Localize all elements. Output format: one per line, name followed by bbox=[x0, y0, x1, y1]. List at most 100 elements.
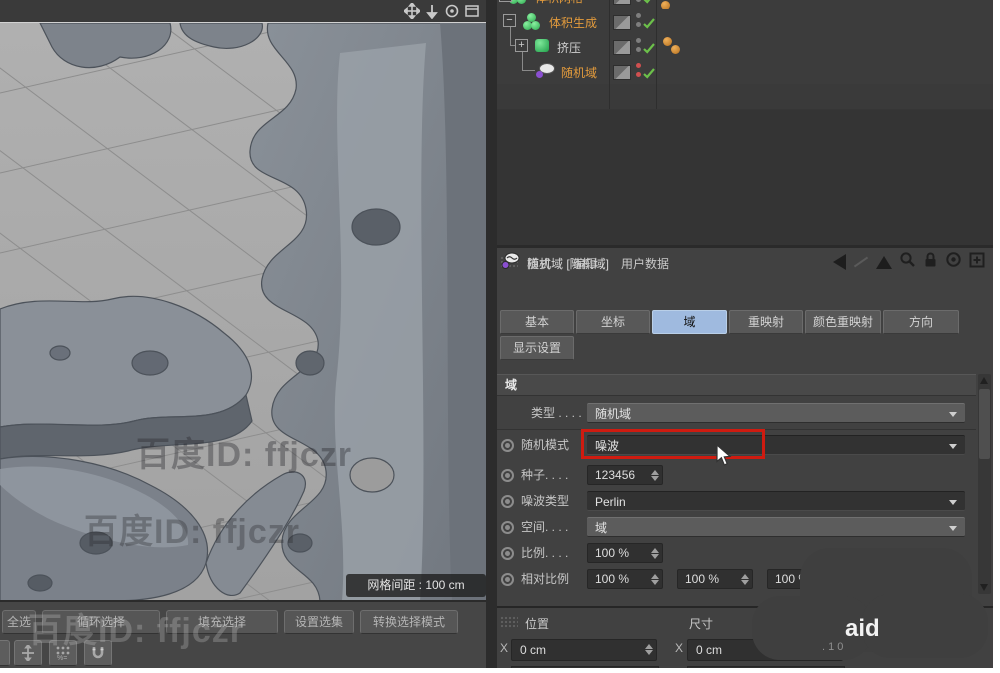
scroll-down-icon[interactable] bbox=[980, 584, 988, 591]
state-dot[interactable] bbox=[636, 47, 641, 52]
palette-button[interactable]: 全选 bbox=[2, 610, 36, 634]
tab-坐标[interactable]: 坐标 bbox=[576, 310, 650, 334]
state-dot[interactable] bbox=[636, 63, 641, 68]
expand-plus-icon[interactable]: + bbox=[515, 39, 528, 52]
keyframe-circle-icon[interactable] bbox=[501, 439, 514, 452]
number-field[interactable]: 100 % bbox=[677, 569, 753, 589]
viewport-nav-icons bbox=[404, 3, 480, 19]
keyframe-circle-icon[interactable] bbox=[501, 495, 514, 508]
state-dot[interactable] bbox=[636, 38, 641, 43]
object-name[interactable]: 挤压 bbox=[557, 39, 581, 56]
menu-edit[interactable]: 编辑 bbox=[573, 255, 597, 272]
keyframe-circle-icon[interactable] bbox=[501, 547, 514, 560]
enabled-check-icon[interactable] bbox=[643, 66, 655, 84]
field-label: 空间. . . . bbox=[521, 514, 568, 540]
stepper-icon[interactable] bbox=[645, 643, 653, 656]
tab-颜色重映射[interactable]: 颜色重映射 bbox=[805, 310, 881, 334]
number-field[interactable]: 123456 bbox=[587, 465, 663, 485]
enabled-check-icon[interactable] bbox=[643, 41, 655, 59]
random-field-icon[interactable] bbox=[536, 62, 556, 80]
dolly-icon[interactable] bbox=[424, 3, 440, 19]
palette-button[interactable]: 循环选择 bbox=[42, 610, 160, 634]
layer-swatch[interactable] bbox=[613, 40, 631, 55]
keyframe-circle-icon[interactable] bbox=[501, 573, 514, 586]
search-icon[interactable] bbox=[899, 251, 916, 273]
number-field[interactable]: 100 % bbox=[587, 569, 663, 589]
magnet-icon[interactable] bbox=[84, 640, 112, 666]
tab-方向[interactable]: 方向 bbox=[883, 310, 959, 334]
icon-button-partial[interactable] bbox=[0, 640, 10, 666]
section-header[interactable]: 域 bbox=[497, 374, 976, 396]
object-name[interactable]: 体积生成 bbox=[549, 14, 597, 31]
add-panel-icon[interactable] bbox=[969, 252, 985, 273]
keyframe-circle-icon[interactable] bbox=[501, 521, 514, 534]
state-dot[interactable] bbox=[636, 72, 641, 77]
dropdown-域[interactable]: 域 bbox=[587, 517, 965, 537]
enabled-check-icon[interactable] bbox=[643, 0, 655, 9]
viewport[interactable]: 百度ID: ffjczr 百度ID: ffjczr bbox=[0, 22, 486, 601]
object-row[interactable]: − 体积生成 bbox=[497, 9, 993, 35]
layer-swatch[interactable] bbox=[613, 0, 631, 5]
position-x-field[interactable]: 0 cm bbox=[511, 639, 657, 661]
state-dot[interactable] bbox=[636, 0, 641, 2]
stepper-icon[interactable] bbox=[651, 547, 659, 560]
chevron-down-icon bbox=[949, 526, 957, 531]
column-divider bbox=[656, 0, 657, 109]
stepper-icon[interactable] bbox=[651, 573, 659, 586]
back-icon[interactable] bbox=[833, 254, 846, 270]
expand-minus-icon[interactable]: − bbox=[499, 0, 512, 2]
keyframe-circle-icon[interactable] bbox=[501, 469, 514, 482]
object-row[interactable]: 随机域 bbox=[497, 59, 993, 85]
target-icon[interactable] bbox=[945, 251, 962, 273]
scroll-up-icon[interactable] bbox=[980, 377, 988, 384]
tag-icon[interactable] bbox=[663, 37, 672, 46]
axis-x-label: X bbox=[500, 641, 508, 655]
object-row[interactable]: + 挤压 bbox=[497, 34, 993, 60]
panel-divider[interactable] bbox=[486, 0, 497, 668]
tab-重映射[interactable]: 重映射 bbox=[729, 310, 803, 334]
size-y-field[interactable] bbox=[687, 666, 845, 668]
stepper-icon[interactable] bbox=[651, 469, 659, 482]
transform-icon[interactable] bbox=[14, 640, 42, 666]
object-name[interactable]: 随机域 bbox=[561, 64, 597, 81]
 bbox=[535, 39, 549, 52]
dropdown-Perlin[interactable]: Perlin bbox=[587, 491, 965, 511]
tree-line bbox=[510, 26, 511, 46]
pan-icon[interactable] bbox=[404, 3, 420, 19]
quantize-icon[interactable]: %= bbox=[49, 640, 77, 666]
object-name[interactable]: 体积网格 bbox=[535, 0, 583, 6]
 bbox=[517, 0, 526, 4]
object-manager-empty-area[interactable] bbox=[497, 110, 993, 245]
layer-swatch[interactable] bbox=[613, 65, 631, 80]
maximize-icon[interactable] bbox=[464, 3, 480, 19]
scrollbar-thumb[interactable] bbox=[979, 389, 990, 459]
panel-grip-icon[interactable] bbox=[500, 616, 518, 628]
palette-button[interactable]: 填充选择 bbox=[166, 610, 278, 634]
stepper-icon[interactable] bbox=[741, 573, 749, 586]
expand-minus-icon[interactable]: − bbox=[503, 14, 516, 27]
dropdown-随机域[interactable]: 随机域 bbox=[587, 403, 965, 423]
extrude-icon[interactable] bbox=[534, 37, 554, 55]
palette-button[interactable]: 设置选集 bbox=[284, 610, 354, 634]
tag-icon[interactable] bbox=[671, 45, 680, 54]
tab-显示设置[interactable]: 显示设置 bbox=[500, 336, 574, 360]
palette-button[interactable]: 转换选择模式 bbox=[360, 610, 458, 634]
empty-row bbox=[497, 84, 993, 110]
up-icon[interactable] bbox=[876, 256, 892, 269]
orbit-icon[interactable] bbox=[444, 3, 460, 19]
scrollbar[interactable] bbox=[978, 374, 991, 594]
menu-mode[interactable]: 模式 bbox=[527, 255, 551, 272]
state-dot[interactable] bbox=[636, 13, 641, 18]
chevron-down-icon bbox=[949, 412, 957, 417]
field-row-4: 空间. . . . 域 bbox=[497, 514, 976, 540]
number-field[interactable]: 100 % bbox=[587, 543, 663, 563]
position-y-field[interactable] bbox=[511, 666, 659, 668]
tab-域[interactable]: 域 bbox=[652, 310, 727, 334]
menu-user-data[interactable]: 用户数据 bbox=[621, 255, 669, 272]
layer-swatch[interactable] bbox=[613, 15, 631, 30]
tab-基本[interactable]: 基本 bbox=[500, 310, 574, 334]
volume-builder-icon[interactable] bbox=[522, 12, 542, 30]
lock-icon[interactable] bbox=[923, 251, 938, 273]
state-dot[interactable] bbox=[636, 22, 641, 27]
enabled-check-icon[interactable] bbox=[643, 16, 655, 34]
